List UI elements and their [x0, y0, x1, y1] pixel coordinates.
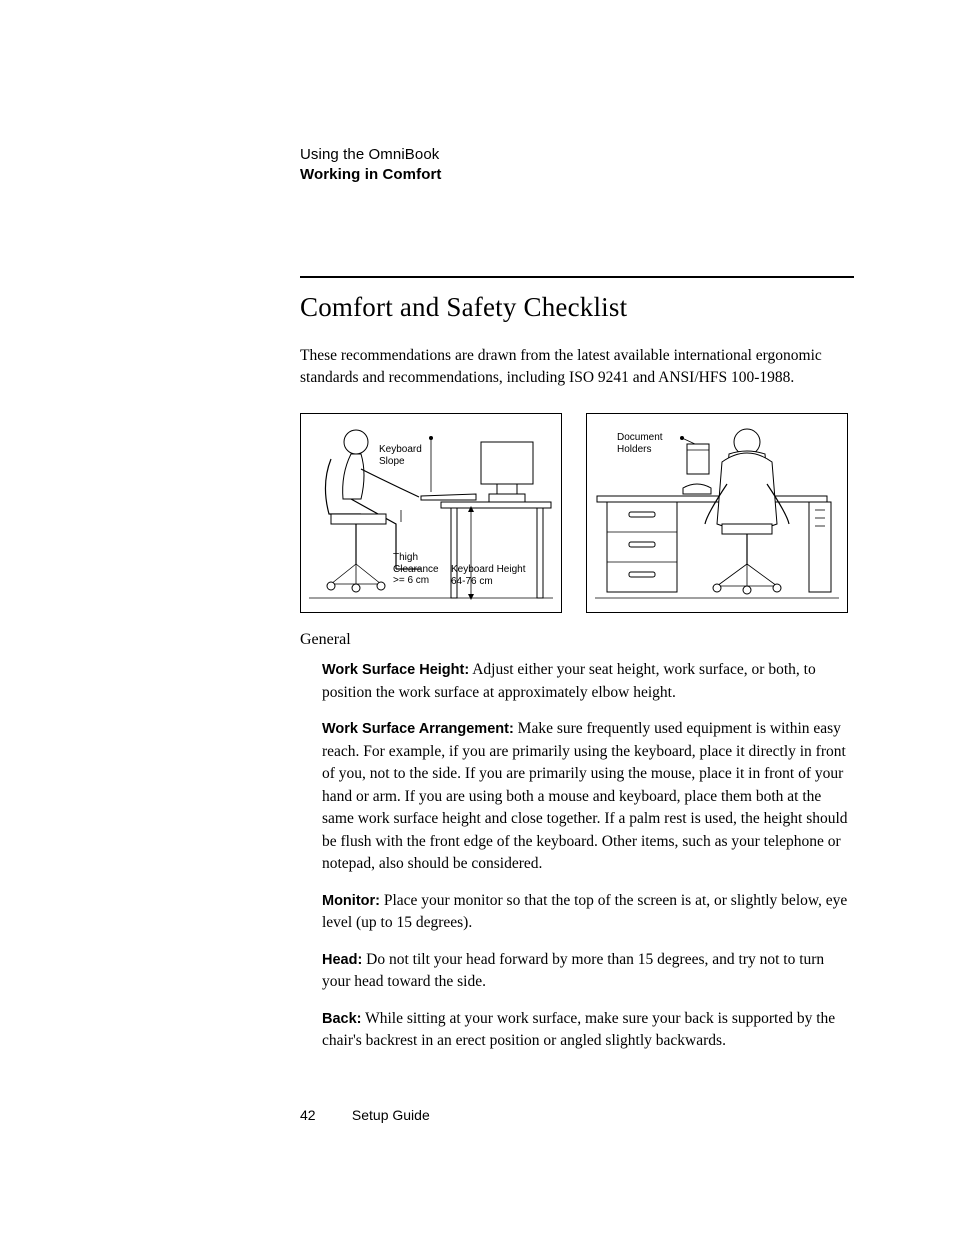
intro-paragraph: These recommendations are drawn from the… [300, 345, 854, 390]
page-title: Comfort and Safety Checklist [300, 292, 854, 323]
section-name: Working in Comfort [300, 165, 854, 185]
label-thigh-clearance: Thigh Clearance >= 6 cm [393, 552, 439, 587]
checklist-item: Work Surface Arrangement: Make sure freq… [300, 718, 854, 875]
item-lead: Work Surface Height: [322, 662, 469, 678]
chapter-name: Using the OmniBook [300, 145, 854, 165]
checklist-item: Work Surface Height: Adjust either your … [300, 659, 854, 704]
item-body: Place your monitor so that the top of th… [322, 892, 847, 931]
item-body: Do not tilt your head forward by more th… [322, 951, 824, 990]
label-keyboard-slope: Keyboard Slope [379, 444, 422, 467]
page-number: 42 [300, 1107, 348, 1123]
subheading-general: General [300, 631, 854, 649]
figure-side-view: Keyboard Slope Thigh Clearance >= 6 cm K… [300, 413, 562, 613]
checklist-item: Back: While sitting at your work surface… [300, 1008, 854, 1053]
label-keyboard-height: Keyboard Height 64-76 cm [451, 564, 526, 587]
label-document-holders: Document Holders [617, 432, 663, 455]
page-footer: 42 Setup Guide [300, 1107, 430, 1123]
item-body: While sitting at your work surface, make… [322, 1010, 835, 1049]
checklist-item: Monitor: Place your monitor so that the … [300, 890, 854, 935]
item-lead: Head: [322, 952, 362, 968]
figure-rear-view: Document Holders [586, 413, 848, 613]
item-lead: Back: [322, 1011, 362, 1027]
document-page: Using the OmniBook Working in Comfort Co… [0, 0, 954, 1235]
item-lead: Work Surface Arrangement: [322, 721, 514, 737]
checklist-item: Head: Do not tilt your head forward by m… [300, 949, 854, 994]
ergonomics-figure: Keyboard Slope Thigh Clearance >= 6 cm K… [300, 413, 854, 613]
running-header: Using the OmniBook Working in Comfort [300, 145, 854, 186]
section-rule [300, 276, 854, 278]
footer-doc-title: Setup Guide [352, 1107, 430, 1123]
item-body: Make sure frequently used equipment is w… [322, 720, 848, 872]
item-lead: Monitor: [322, 893, 380, 909]
